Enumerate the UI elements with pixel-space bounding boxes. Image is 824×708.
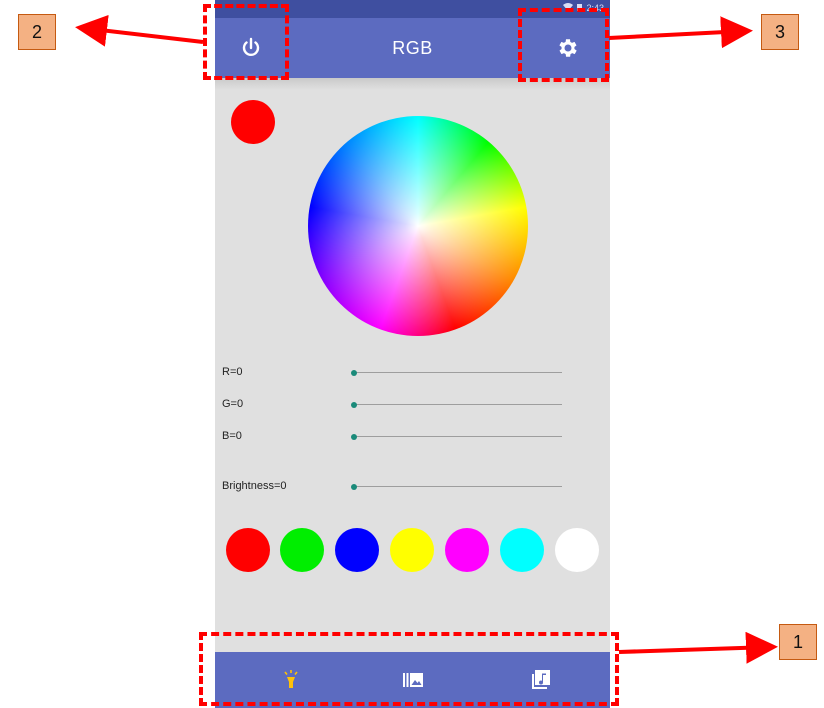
arrow-2 (75, 14, 204, 47)
swatch-white[interactable] (555, 528, 599, 572)
slider-thumb[interactable] (351, 434, 357, 440)
callout-1: 1 (779, 624, 817, 660)
slider-thumb[interactable] (351, 484, 357, 490)
slider-label: R=0 (222, 366, 243, 378)
callout-3: 3 (761, 14, 799, 50)
slider-track[interactable] (354, 404, 562, 405)
slider-track[interactable] (354, 436, 562, 437)
slider-blue[interactable]: B=0 (215, 427, 610, 447)
swatch-green[interactable] (280, 528, 324, 572)
arrow-3 (608, 16, 753, 49)
slider-thumb[interactable] (351, 370, 357, 376)
phone-screen: 2:43 RGB R=0 G=0 B=0 Brightness=0 (215, 0, 610, 708)
current-color-indicator (231, 100, 275, 144)
slider-label: Brightness=0 (222, 480, 287, 492)
swatch-yellow[interactable] (390, 528, 434, 572)
slider-red[interactable]: R=0 (215, 363, 610, 383)
annotation-box-bottom-nav (199, 632, 619, 706)
swatch-blue[interactable] (335, 528, 379, 572)
annotation-box-settings (518, 8, 609, 82)
slider-brightness[interactable]: Brightness=0 (215, 477, 610, 497)
slider-label: B=0 (222, 430, 242, 442)
swatch-magenta[interactable] (445, 528, 489, 572)
color-wheel[interactable] (308, 116, 528, 336)
slider-green[interactable]: G=0 (215, 395, 610, 415)
callout-2: 2 (18, 14, 56, 50)
slider-track[interactable] (354, 486, 562, 487)
slider-label: G=0 (222, 398, 244, 410)
slider-thumb[interactable] (351, 402, 357, 408)
annotation-box-power (203, 4, 289, 80)
slider-track[interactable] (354, 372, 562, 373)
swatch-cyan[interactable] (500, 528, 544, 572)
arrow-1 (618, 631, 778, 664)
swatch-red[interactable] (226, 528, 270, 572)
